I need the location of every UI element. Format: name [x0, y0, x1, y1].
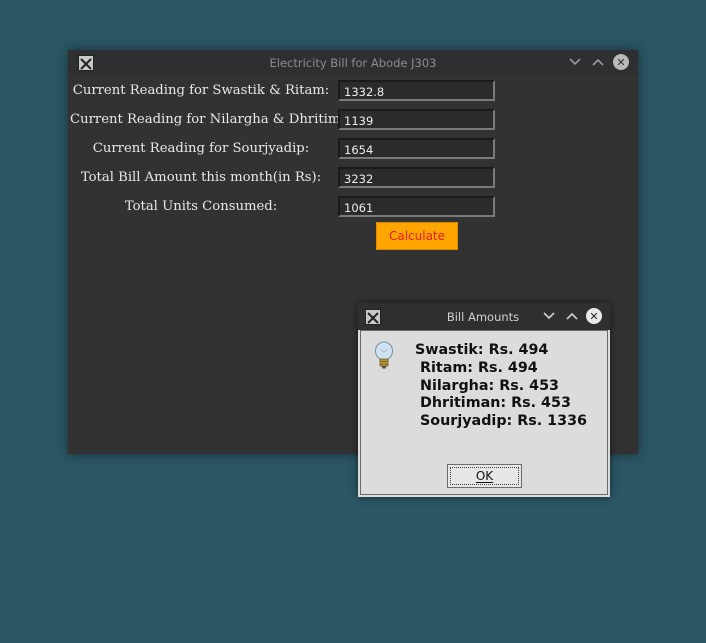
swastik-ritam-reading-label: Current Reading for Swastik & Ritam: [72, 83, 330, 98]
x-app-icon[interactable] [365, 309, 381, 325]
message-line: Sourjyadip: Rs. 1336 [415, 413, 587, 430]
dialog-title: Bill Amounts [446, 310, 520, 324]
dialog-titlebar[interactable]: Bill Amounts ✕ [358, 303, 610, 330]
dialog-close-button[interactable]: ✕ [586, 308, 602, 324]
lightbulb-icon [373, 341, 395, 371]
message-line: Dhritiman: Rs. 453 [415, 395, 571, 412]
total-bill-amount-label: Total Bill Amount this month(in Rs): [80, 170, 322, 185]
nilargha-dhritiman-reading-input[interactable]: 1139 [338, 109, 495, 130]
chevron-down-icon [543, 312, 555, 320]
close-icon: ✕ [616, 55, 626, 69]
swastik-ritam-reading-input[interactable]: 1332.8 [338, 80, 495, 101]
message-line: Swastik: Rs. 494 [415, 342, 549, 358]
chevron-up-icon [592, 58, 604, 66]
chevron-up-icon [566, 312, 578, 320]
message-line: Ritam: Rs. 494 [415, 359, 538, 376]
total-units-input[interactable]: 1061 [338, 196, 495, 217]
calculate-button[interactable]: Calculate [376, 222, 458, 250]
message-line: Nilargha: Rs. 453 [415, 377, 559, 394]
sourjyadip-reading-input[interactable]: 1654 [338, 138, 495, 159]
bill-amounts-message: Swastik: Rs. 494 Ritam: Rs. 494 Nilargha… [415, 342, 587, 431]
ok-button[interactable]: OK [447, 464, 522, 488]
bill-amounts-dialog: Bill Amounts ✕ Swastik: Rs. 494 Ritam: R… [358, 303, 610, 497]
maximize-button[interactable] [590, 54, 606, 70]
total-units-label: Total Units Consumed: [124, 199, 278, 214]
close-icon: ✕ [589, 309, 599, 323]
dialog-minimize-button[interactable] [541, 308, 557, 324]
dialog-maximize-button[interactable] [564, 308, 580, 324]
focus-ring [450, 467, 519, 485]
main-titlebar[interactable]: Electricity Bill for Abode J303 ✕ [68, 50, 638, 75]
sourjyadip-reading-label: Current Reading for Sourjyadip: [92, 141, 310, 156]
nilargha-dhritiman-reading-label: Current Reading for Nilargha & Dhritiman… [70, 112, 362, 127]
main-window-title: Electricity Bill for Abode J303 [269, 56, 437, 70]
chevron-down-icon [569, 58, 581, 66]
close-button[interactable]: ✕ [613, 54, 629, 70]
dialog-body: Swastik: Rs. 494 Ritam: Rs. 494 Nilargha… [360, 330, 608, 495]
minimize-button[interactable] [567, 54, 583, 70]
total-bill-amount-input[interactable]: 3232 [338, 167, 495, 188]
